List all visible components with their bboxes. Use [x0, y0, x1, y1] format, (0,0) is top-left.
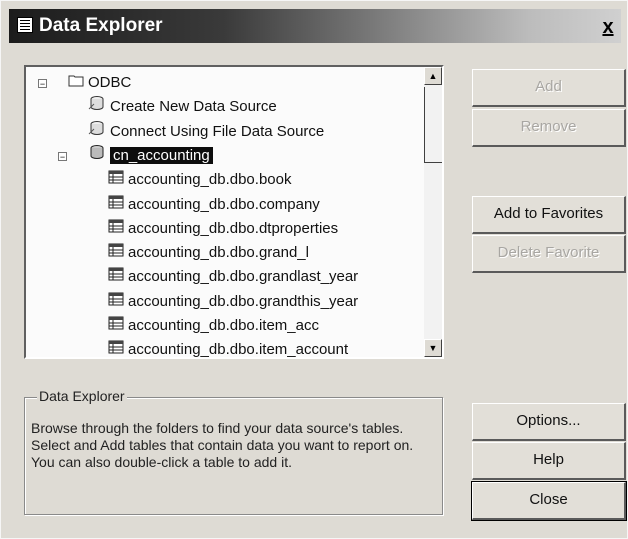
add-button[interactable]: Add	[472, 69, 626, 107]
datasource-icon	[88, 95, 106, 119]
table-icon	[108, 193, 124, 217]
info-text: Browse through the folders to find your …	[31, 420, 414, 470]
title-bar[interactable]: Data Explorer	[9, 9, 621, 43]
tree-view[interactable]: − ODBC Create New Data Source Connect Using…	[24, 65, 444, 359]
tree-item-label: Create New Data Source	[110, 98, 277, 116]
tree-item[interactable]: accounting_db.dbo.book	[108, 168, 291, 192]
table-icon	[108, 265, 124, 289]
close-button[interactable]: Close	[471, 481, 627, 521]
expand-collapse-icon[interactable]: −	[38, 79, 47, 89]
scroll-down-button[interactable]: ▼	[424, 339, 442, 357]
datasource-icon	[88, 120, 106, 144]
tree-item-label: accounting_db.dbo.company	[128, 195, 320, 213]
remove-button[interactable]: Remove	[472, 109, 626, 147]
tree-item-label: accounting_db.dbo.grand_l	[128, 244, 309, 262]
table-icon	[108, 241, 124, 265]
vertical-scrollbar[interactable]: ▲ ▼	[424, 67, 442, 357]
help-button[interactable]: Help	[472, 442, 626, 480]
scroll-thumb[interactable]	[424, 87, 442, 163]
tree-item-label: accounting_db.dbo.item_acc	[128, 317, 319, 334]
tree-item-label: ODBC	[88, 74, 132, 91]
tree-item[interactable]: accounting_db.dbo.grandlast_year	[108, 265, 358, 289]
tree-item[interactable]: Connect Using File Data Source	[88, 120, 324, 144]
scroll-up-button[interactable]: ▲	[424, 67, 442, 85]
tree-item[interactable]: accounting_db.dbo.company	[108, 193, 320, 217]
expand-collapse-icon[interactable]: −	[58, 151, 67, 161]
options-button[interactable]: Options...	[472, 403, 626, 441]
table-icon	[108, 338, 124, 357]
tree-item-label: cn_accounting	[110, 146, 213, 164]
tree-item-label: accounting_db.dbo.dtproperties	[128, 219, 339, 237]
tree-item[interactable]: accounting_db.dbo.grandthis_year	[108, 290, 358, 314]
table-icon	[108, 168, 124, 192]
close-icon[interactable]: x	[595, 13, 621, 41]
table-icon	[108, 217, 124, 241]
database-icon	[88, 144, 106, 168]
add-to-favorites-button[interactable]: Add to Favorites	[472, 196, 626, 234]
folder-icon	[68, 71, 84, 95]
info-legend: Data Explorer	[37, 388, 127, 404]
tree-item[interactable]: cn_accounting	[88, 144, 213, 168]
tree-item-label: accounting_db.dbo.book	[128, 171, 292, 189]
tree-item[interactable]: accounting_db.dbo.grand_l	[108, 241, 309, 265]
table-icon	[108, 290, 124, 314]
tree-item-label: Connect Using File Data Source	[110, 122, 325, 140]
data-explorer-window: Data Explorer x − ODBC Create New Data Sou…	[0, 0, 628, 539]
tree-item-label: accounting_db.dbo.grandlast_year	[128, 268, 359, 286]
window-icon	[17, 17, 33, 33]
tree-item-label: accounting_db.dbo.grandthis_year	[128, 292, 359, 310]
tree-item[interactable]: Create New Data Source	[88, 95, 277, 119]
tree-item-label: accounting_db.dbo.item_account	[128, 341, 349, 359]
delete-favorite-button[interactable]: Delete Favorite	[472, 235, 626, 273]
table-icon	[108, 314, 124, 338]
tree-item[interactable]: accounting_db.dbo.item_account	[108, 338, 349, 359]
tree-item[interactable]: accounting_db.dbo.dtproperties	[108, 217, 338, 241]
info-group: Data Explorer Browse through the folders…	[24, 388, 443, 515]
window-title: Data Explorer	[39, 15, 163, 36]
tree-item[interactable]: ODBC	[68, 71, 131, 95]
tree-item[interactable]: accounting_db.dbo.item_acc	[108, 314, 319, 338]
